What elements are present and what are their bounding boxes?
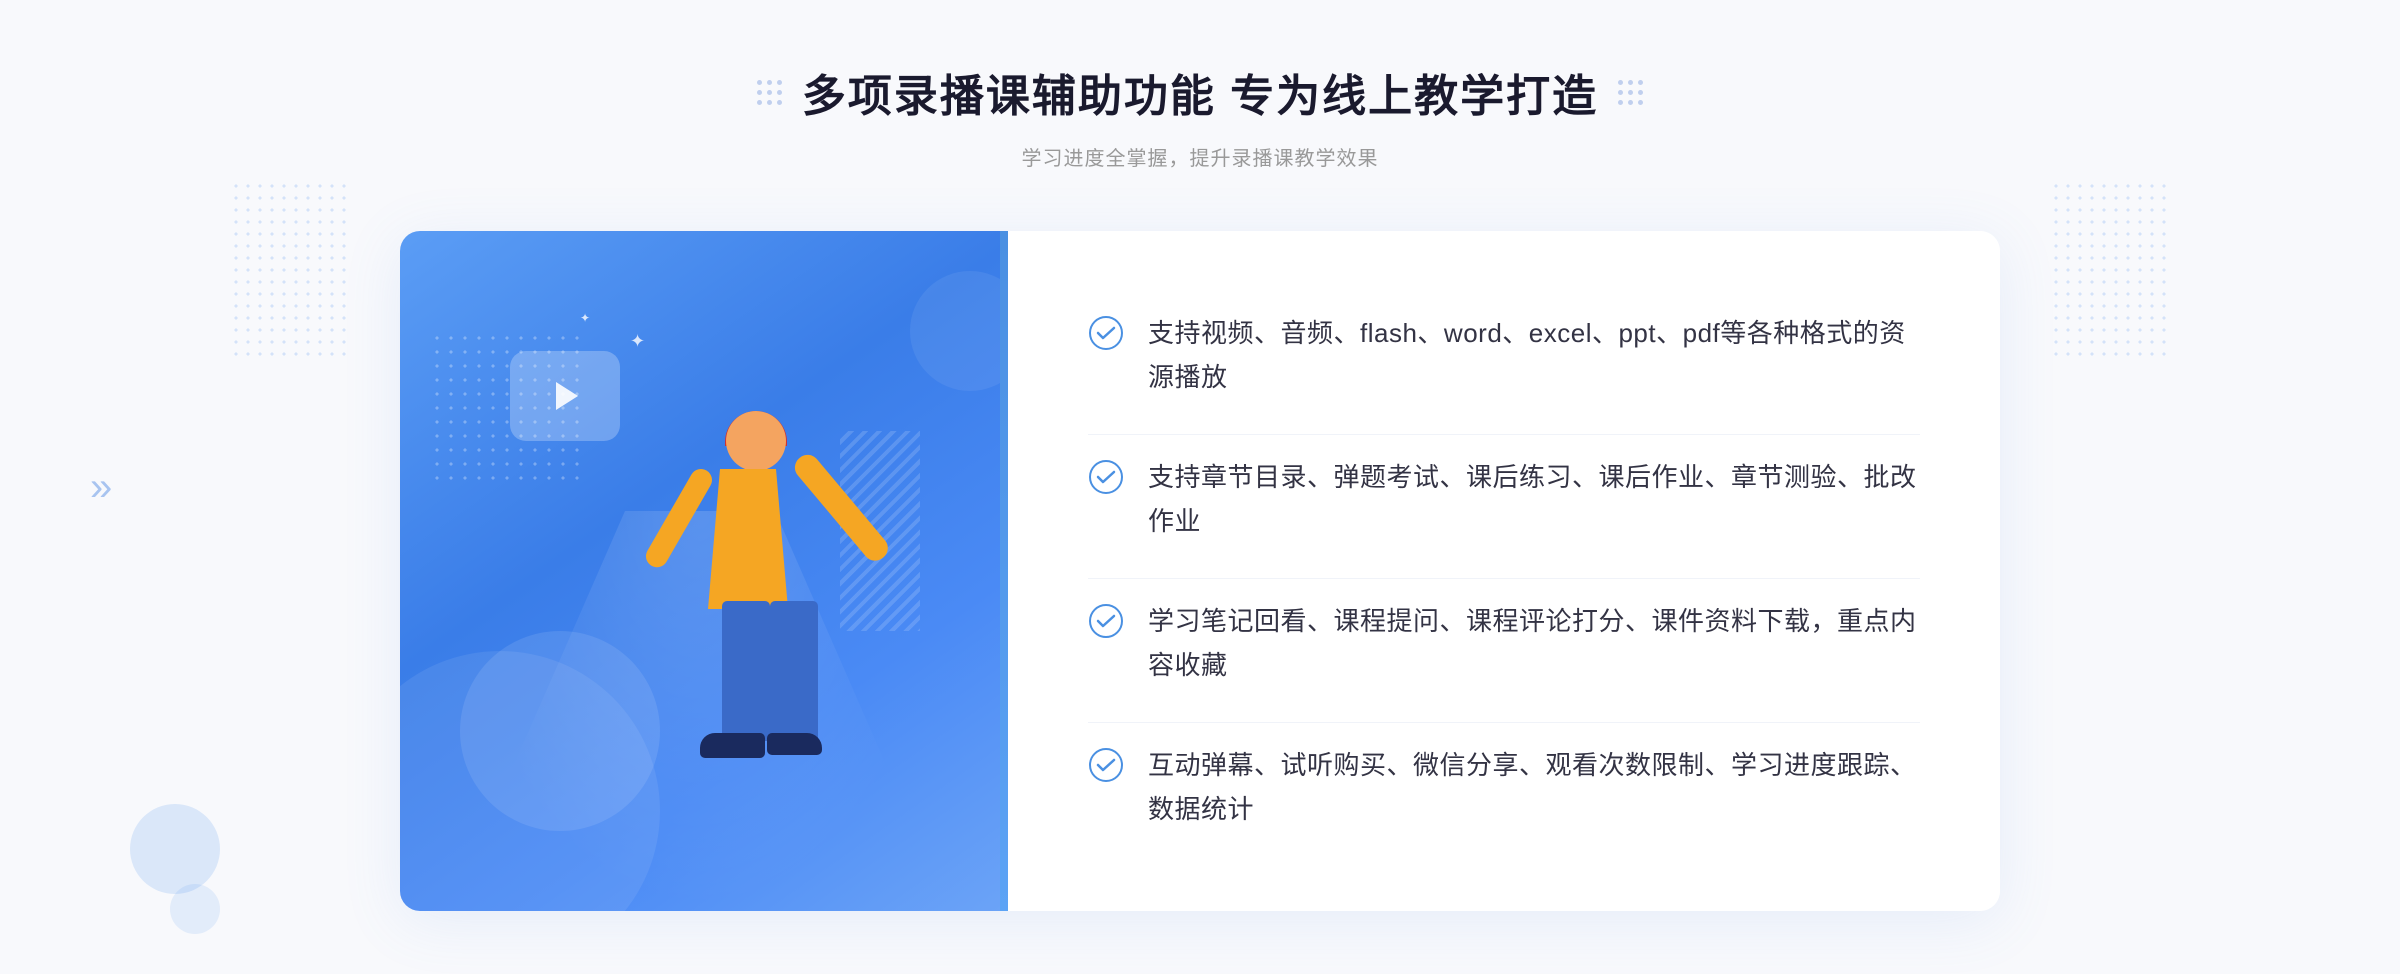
content-area: ✦ ✦ — [400, 231, 2000, 911]
human-body — [708, 469, 788, 609]
decorative-dots-left — [230, 180, 350, 360]
feature-text-3: 学习笔记回看、课程提问、课程评论打分、课件资料下载，重点内容收藏 — [1148, 599, 1920, 687]
human-arm-left — [642, 465, 716, 571]
illustration-panel: ✦ ✦ — [400, 231, 1000, 911]
human-pants-right — [770, 601, 818, 741]
deco-circle-small — [170, 884, 220, 934]
sparkle-icon-2: ✦ — [580, 311, 590, 325]
deco-circle-large — [130, 804, 220, 894]
page-container: » 多项录播课辅助功能 专为线上教学打造 学习进度全掌握，提升录播课教学效果 — [0, 0, 2400, 974]
check-circle-icon-1 — [1088, 315, 1124, 351]
human-figure-illustration — [616, 411, 896, 911]
title-row: 多项录播课辅助功能 专为线上教学打造 — [757, 60, 1643, 124]
title-dots-left — [757, 80, 782, 105]
deco-circle-panel-small-top — [910, 271, 1000, 391]
check-circle-icon-2 — [1088, 459, 1124, 495]
separator-bar — [1000, 231, 1008, 911]
human-arm-right — [790, 450, 893, 566]
decorative-dots-right — [2050, 180, 2170, 360]
human-head — [726, 411, 786, 471]
play-button-bubble — [510, 351, 620, 441]
feature-item-1: 支持视频、音频、flash、word、excel、ppt、pdf等各种格式的资源… — [1088, 291, 1920, 419]
feature-text-4: 互动弹幕、试听购买、微信分享、观看次数限制、学习进度跟踪、数据统计 — [1148, 743, 1920, 831]
play-triangle-icon — [556, 382, 578, 410]
feature-item-4: 互动弹幕、试听购买、微信分享、观看次数限制、学习进度跟踪、数据统计 — [1088, 722, 1920, 851]
title-dots-right — [1618, 80, 1643, 105]
human-shoe-left — [700, 733, 765, 758]
feature-item-3: 学习笔记回看、课程提问、课程评论打分、课件资料下载，重点内容收藏 — [1088, 578, 1920, 707]
chevron-left-decoration: » — [90, 467, 104, 507]
check-circle-icon-4 — [1088, 747, 1124, 783]
feature-text-1: 支持视频、音频、flash、word、excel、ppt、pdf等各种格式的资源… — [1148, 311, 1920, 399]
feature-item-2: 支持章节目录、弹题考试、课后练习、课后作业、章节测验、批改作业 — [1088, 434, 1920, 563]
human-shoe-right — [767, 733, 822, 755]
human-pants-left — [722, 601, 770, 741]
page-title: 多项录播课辅助功能 专为线上教学打造 — [802, 60, 1598, 124]
feature-text-2: 支持章节目录、弹题考试、课后练习、课后作业、章节测验、批改作业 — [1148, 455, 1920, 543]
features-panel: 支持视频、音频、flash、word、excel、ppt、pdf等各种格式的资源… — [1008, 231, 2000, 911]
check-circle-icon-3 — [1088, 603, 1124, 639]
header-section: 多项录播课辅助功能 专为线上教学打造 学习进度全掌握，提升录播课教学效果 — [757, 60, 1643, 171]
page-subtitle: 学习进度全掌握，提升录播课教学效果 — [757, 142, 1643, 171]
sparkle-icon-1: ✦ — [630, 331, 645, 352]
